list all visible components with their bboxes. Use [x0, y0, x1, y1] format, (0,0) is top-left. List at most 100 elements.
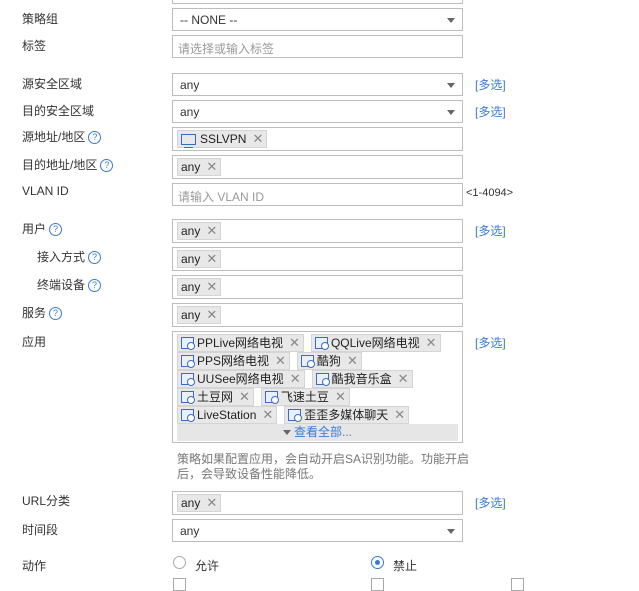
user-tag: any ✕: [177, 222, 222, 240]
app-tag-row: LiveStation ✕ 歪歪多媒体聊天 ✕: [173, 405, 462, 424]
vlan-label: VLAN ID: [22, 184, 69, 198]
app-hint: 策略如果配置应用，会自动开启SA识别功能。功能开启后，会导致设备性能降低。: [177, 452, 470, 481]
app-tag: PPS网络电视 ✕: [177, 352, 290, 370]
user-input[interactable]: any ✕: [172, 219, 463, 243]
src-addr-input[interactable]: SSLVPN ✕: [172, 127, 463, 151]
allow-label: 允许: [195, 559, 220, 573]
terminal-tag: any ✕: [177, 278, 222, 296]
chevron-down-icon: [447, 18, 455, 23]
url-multi-link[interactable]: [多选]: [475, 494, 506, 511]
help-icon[interactable]: ?: [88, 279, 102, 292]
close-icon[interactable]: ✕: [206, 307, 217, 323]
app-icon: [181, 391, 195, 404]
radio-deny[interactable]: [371, 556, 384, 569]
service-label-text: 服务: [22, 306, 47, 320]
app-icon: [181, 409, 195, 422]
vlan-range: <1-4094>: [466, 187, 514, 199]
close-icon[interactable]: ✕: [206, 223, 217, 239]
dst-addr-tag: any ✕: [177, 158, 222, 176]
app-icon: [300, 355, 315, 368]
access-label: 接入方式?: [37, 248, 102, 265]
help-icon[interactable]: ?: [49, 307, 63, 320]
checkbox[interactable]: [511, 578, 524, 591]
app-tag: QQLive网络电视 ✕: [310, 334, 441, 352]
tags-placeholder: 请选择或输入标签: [178, 42, 275, 56]
app-icon: [181, 355, 195, 368]
view-all-bar[interactable]: 查看全部...: [177, 424, 458, 441]
terminal-input[interactable]: any ✕: [172, 275, 463, 299]
chevron-down-icon: [447, 83, 455, 88]
app-icon: [315, 373, 330, 386]
app-icon: [314, 337, 329, 350]
app-icon: [181, 373, 195, 386]
time-value: any: [180, 524, 200, 538]
src-zone-select[interactable]: any: [172, 73, 463, 96]
help-icon[interactable]: ?: [88, 251, 102, 264]
close-icon[interactable]: ✕: [206, 159, 217, 175]
url-input[interactable]: any ✕: [172, 491, 463, 515]
previous-field[interactable]: [172, 0, 463, 4]
app-tag: 酷我音乐盒 ✕: [311, 370, 413, 388]
dst-addr-label: 目的地址/地区?: [22, 156, 114, 173]
service-input[interactable]: any ✕: [172, 303, 463, 327]
caret-down-icon: [282, 430, 291, 435]
app-tag: 土豆网 ✕: [177, 388, 254, 406]
close-icon[interactable]: ✕: [206, 279, 217, 295]
app-tag: 飞速土豆 ✕: [260, 388, 350, 406]
app-label: 应用: [22, 335, 47, 349]
user-label-text: 用户: [22, 222, 47, 236]
src-addr-label-text: 源地址/地区: [22, 130, 86, 144]
close-icon[interactable]: ✕: [206, 251, 217, 267]
service-label: 服务?: [22, 304, 63, 321]
help-icon[interactable]: ?: [49, 223, 63, 236]
help-icon[interactable]: ?: [88, 131, 102, 144]
tag-text: any: [181, 160, 201, 174]
app-icon: [288, 409, 303, 422]
view-all-link[interactable]: 查看全部...: [294, 425, 352, 439]
dst-zone-multi-link[interactable]: [多选]: [475, 103, 506, 120]
dst-addr-input[interactable]: any ✕: [172, 155, 463, 179]
checkbox[interactable]: [173, 578, 186, 591]
tag-text: any: [181, 224, 201, 238]
app-input[interactable]: PPLive网络电视 ✕ QQLive网络电视 ✕ PPS网络电视 ✕ 酷狗 ✕ UUSee网络…: [172, 331, 463, 443]
app-tag-list: PPLive网络电视 ✕ QQLive网络电视 ✕ PPS网络电视 ✕ 酷狗 ✕ UUSee网络…: [173, 332, 462, 424]
vlan-input[interactable]: 请输入 VLAN ID: [172, 183, 463, 206]
radio-allow[interactable]: [173, 556, 186, 569]
service-tag: any ✕: [177, 306, 222, 324]
help-icon[interactable]: ?: [100, 159, 114, 172]
policy-group-select[interactable]: -- NONE --: [172, 8, 463, 31]
policy-group-label: 策略组: [22, 12, 59, 26]
dst-addr-label-text: 目的地址/地区: [22, 158, 98, 172]
terminal-label-text: 终端设备: [37, 278, 86, 292]
url-label: URL分类: [22, 494, 71, 508]
src-zone-label: 源安全区域: [22, 77, 83, 91]
terminal-label: 终端设备?: [37, 276, 102, 293]
access-input[interactable]: any ✕: [172, 247, 463, 271]
dst-zone-select[interactable]: any: [172, 100, 463, 123]
user-label: 用户?: [22, 220, 63, 237]
tag-text: any: [181, 496, 201, 510]
app-tag-row: 土豆网 ✕ 飞速土豆 ✕: [173, 387, 462, 406]
close-icon[interactable]: ✕: [252, 131, 263, 147]
app-tag: PPLive网络电视 ✕: [177, 334, 304, 352]
user-multi-link[interactable]: [多选]: [475, 222, 506, 239]
tag-text: any: [181, 308, 201, 322]
app-multi-link[interactable]: [多选]: [475, 334, 506, 351]
app-tag: LiveStation ✕: [177, 406, 278, 424]
close-icon[interactable]: ✕: [206, 495, 217, 511]
tag-text: SSLVPN: [200, 132, 247, 146]
tags-input[interactable]: 请选择或输入标签: [172, 35, 463, 58]
dst-zone-label: 目的安全区域: [22, 104, 95, 118]
src-zone-multi-link[interactable]: [多选]: [475, 76, 506, 93]
chevron-down-icon: [447, 110, 455, 115]
src-zone-value: any: [180, 78, 200, 92]
checkbox[interactable]: [371, 578, 384, 591]
time-select[interactable]: any: [172, 519, 463, 542]
chevron-down-icon: [447, 529, 455, 534]
vlan-placeholder: 请输入 VLAN ID: [178, 190, 265, 204]
tags-label: 标签: [22, 39, 47, 53]
app-tag-row: PPS网络电视 ✕ 酷狗 ✕: [173, 351, 462, 370]
dst-zone-value: any: [180, 105, 200, 119]
app-tag: 歪歪多媒体聊天 ✕: [284, 406, 410, 424]
access-label-text: 接入方式: [37, 250, 86, 264]
